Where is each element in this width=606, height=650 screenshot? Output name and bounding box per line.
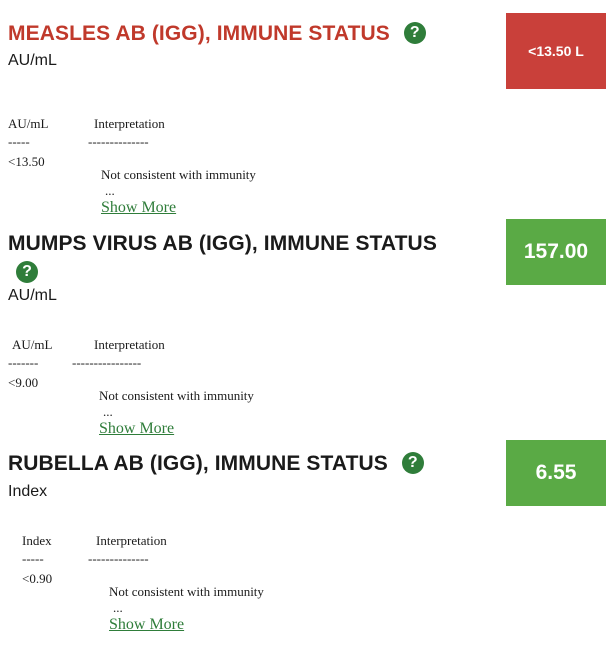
test-title: RUBELLA AB (IGG), IMMUNE STATUS ? <box>8 449 424 477</box>
result-badge: 6.55 <box>506 440 606 506</box>
test-title-text: RUBELLA AB (IGG), IMMUNE STATUS <box>8 451 388 475</box>
ref-interpretation-row: Not consistent with immunity ... Show Mo… <box>96 568 264 650</box>
question-circle-icon[interactable]: ? <box>401 452 424 475</box>
test-unit: Index <box>8 483 48 500</box>
result-value: 6.55 <box>535 461 577 484</box>
ref-header-unit: Index <box>22 533 52 548</box>
ref-value: <0.90 <box>22 571 53 586</box>
ref-divider-unit: ----- <box>22 551 44 566</box>
test-result-rubella: RUBELLA AB (IGG), IMMUNE STATUS ? Index … <box>0 0 606 633</box>
ref-divider-interpretation: -------------- <box>88 551 149 566</box>
ref-interpretation: Not consistent with immunity <box>109 584 264 599</box>
ref-header-interpretation: Interpretation <box>96 533 167 548</box>
show-more-link[interactable]: Show More <box>109 616 184 633</box>
ellipsis: ... <box>113 600 123 615</box>
